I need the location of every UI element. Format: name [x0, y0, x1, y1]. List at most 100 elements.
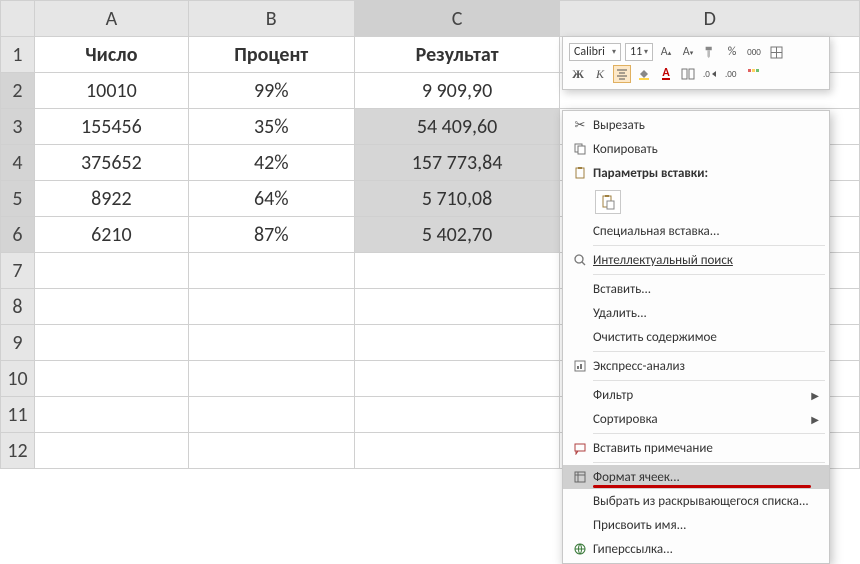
cell-B6[interactable]: 87% [188, 217, 354, 253]
merge-cells-icon[interactable] [679, 65, 697, 83]
menu-define-name[interactable]: Присвоить имя... [563, 513, 829, 537]
cell-A5[interactable]: 8922 [34, 181, 188, 217]
col-header-B[interactable]: B [188, 1, 354, 37]
menu-separator [593, 351, 825, 352]
thousands-icon[interactable]: 000 [745, 43, 763, 61]
menu-cut[interactable]: ✂ Вырезать [563, 113, 829, 137]
row-header-6[interactable]: 6 [1, 217, 35, 253]
cell-B3[interactable]: 35% [188, 109, 354, 145]
row-header-1[interactable]: 1 [1, 37, 35, 73]
cell-C7[interactable] [354, 253, 560, 289]
row-header-12[interactable]: 12 [1, 433, 35, 469]
paste-default-icon[interactable] [595, 190, 621, 214]
font-size-value: 11 [630, 45, 642, 59]
cell-C4[interactable]: 157 773,84 [354, 145, 560, 181]
menu-sort[interactable]: Сортировка ▶ [563, 407, 829, 431]
cell-B8[interactable] [188, 289, 354, 325]
menu-clear-contents[interactable]: Очистить содержимое [563, 325, 829, 349]
cell-A12[interactable] [34, 433, 188, 469]
cell-C8[interactable] [354, 289, 560, 325]
cell-A11[interactable] [34, 397, 188, 433]
cell-C2[interactable]: 9 909,90 [354, 73, 560, 109]
align-center-icon[interactable] [613, 65, 631, 83]
font-size-selector[interactable]: 11▾ [625, 43, 653, 61]
row-header-8[interactable]: 8 [1, 289, 35, 325]
cell-C3[interactable]: 54 409,60 [354, 109, 560, 145]
quick-analysis-icon [567, 359, 593, 373]
cell-B10[interactable] [188, 361, 354, 397]
increase-decimal-icon[interactable]: .00 [723, 65, 741, 83]
cell-B4[interactable]: 42% [188, 145, 354, 181]
menu-insert-comment[interactable]: Вставить примечание [563, 436, 829, 460]
context-menu: ✂ Вырезать Копировать Параметры вставки:… [562, 110, 830, 564]
copy-icon [567, 142, 593, 156]
font-color-icon[interactable]: A [657, 65, 675, 83]
table-header-B[interactable]: Процент [188, 37, 354, 73]
col-header-D[interactable]: D [560, 1, 860, 37]
svg-text:.00: .00 [725, 69, 737, 80]
row-header-2[interactable]: 2 [1, 73, 35, 109]
select-all-corner[interactable] [1, 1, 35, 37]
menu-quick-analysis[interactable]: Экспресс-анализ [563, 354, 829, 378]
menu-pick-from-list[interactable]: Выбрать из раскрывающегося списка... [563, 489, 829, 513]
row-header-5[interactable]: 5 [1, 181, 35, 217]
bold-button[interactable]: Ж [569, 65, 587, 83]
cell-A2[interactable]: 10010 [34, 73, 188, 109]
italic-button[interactable]: К [591, 65, 609, 83]
menu-copy[interactable]: Копировать [563, 137, 829, 161]
font-name-selector[interactable]: Calibri▾ [569, 43, 621, 61]
font-name-value: Calibri [574, 45, 605, 59]
row-header-11[interactable]: 11 [1, 397, 35, 433]
clipboard-icon [567, 166, 593, 180]
menu-paste-options-header: Параметры вставки: [563, 161, 829, 185]
increase-font-icon[interactable]: A▴ [657, 43, 675, 61]
cell-B7[interactable] [188, 253, 354, 289]
cell-C5[interactable]: 5 710,08 [354, 181, 560, 217]
percent-icon[interactable]: % [723, 43, 741, 61]
fill-color-icon[interactable] [635, 65, 653, 83]
cell-C11[interactable] [354, 397, 560, 433]
row-header-3[interactable]: 3 [1, 109, 35, 145]
cell-C9[interactable] [354, 325, 560, 361]
cell-A9[interactable] [34, 325, 188, 361]
format-painter-icon[interactable] [701, 43, 719, 61]
decrease-decimal-icon[interactable]: .0 [701, 65, 719, 83]
format-cells-icon [567, 470, 593, 484]
cell-B5[interactable]: 64% [188, 181, 354, 217]
menu-format-cells[interactable]: Формат ячеек... [563, 465, 829, 489]
row-header-4[interactable]: 4 [1, 145, 35, 181]
col-header-C[interactable]: C [354, 1, 560, 37]
menu-hyperlink[interactable]: Гиперссылка... [563, 537, 829, 561]
table-header-A[interactable]: Число [34, 37, 188, 73]
cell-C10[interactable] [354, 361, 560, 397]
cell-A3[interactable]: 155456 [34, 109, 188, 145]
cell-B12[interactable] [188, 433, 354, 469]
cell-B11[interactable] [188, 397, 354, 433]
cell-A4[interactable]: 375652 [34, 145, 188, 181]
cell-B9[interactable] [188, 325, 354, 361]
mini-toolbar: Calibri▾ 11▾ A▴ A▾ % 000 Ж К A .0 [562, 36, 830, 90]
cell-C12[interactable] [354, 433, 560, 469]
cell-C6[interactable]: 5 402,70 [354, 217, 560, 253]
search-icon [567, 253, 593, 267]
menu-insert[interactable]: Вставить... [563, 277, 829, 301]
menu-filter[interactable]: Фильтр ▶ [563, 383, 829, 407]
cell-A7[interactable] [34, 253, 188, 289]
table-header-C[interactable]: Результат [354, 37, 560, 73]
col-header-A[interactable]: A [34, 1, 188, 37]
borders-icon[interactable] [767, 43, 785, 61]
row-header-9[interactable]: 9 [1, 325, 35, 361]
row-header-7[interactable]: 7 [1, 253, 35, 289]
cell-A6[interactable]: 6210 [34, 217, 188, 253]
conditional-format-icon[interactable] [745, 65, 763, 83]
menu-smart-lookup[interactable]: Интеллектуальный поиск [563, 248, 829, 272]
highlight-underline [593, 485, 811, 488]
cell-A10[interactable] [34, 361, 188, 397]
cell-A8[interactable] [34, 289, 188, 325]
row-header-10[interactable]: 10 [1, 361, 35, 397]
cell-B2[interactable]: 99% [188, 73, 354, 109]
menu-delete[interactable]: Удалить... [563, 301, 829, 325]
menu-paste-options-row [563, 185, 829, 219]
menu-paste-special[interactable]: Специальная вставка... [563, 219, 829, 243]
decrease-font-icon[interactable]: A▾ [679, 43, 697, 61]
